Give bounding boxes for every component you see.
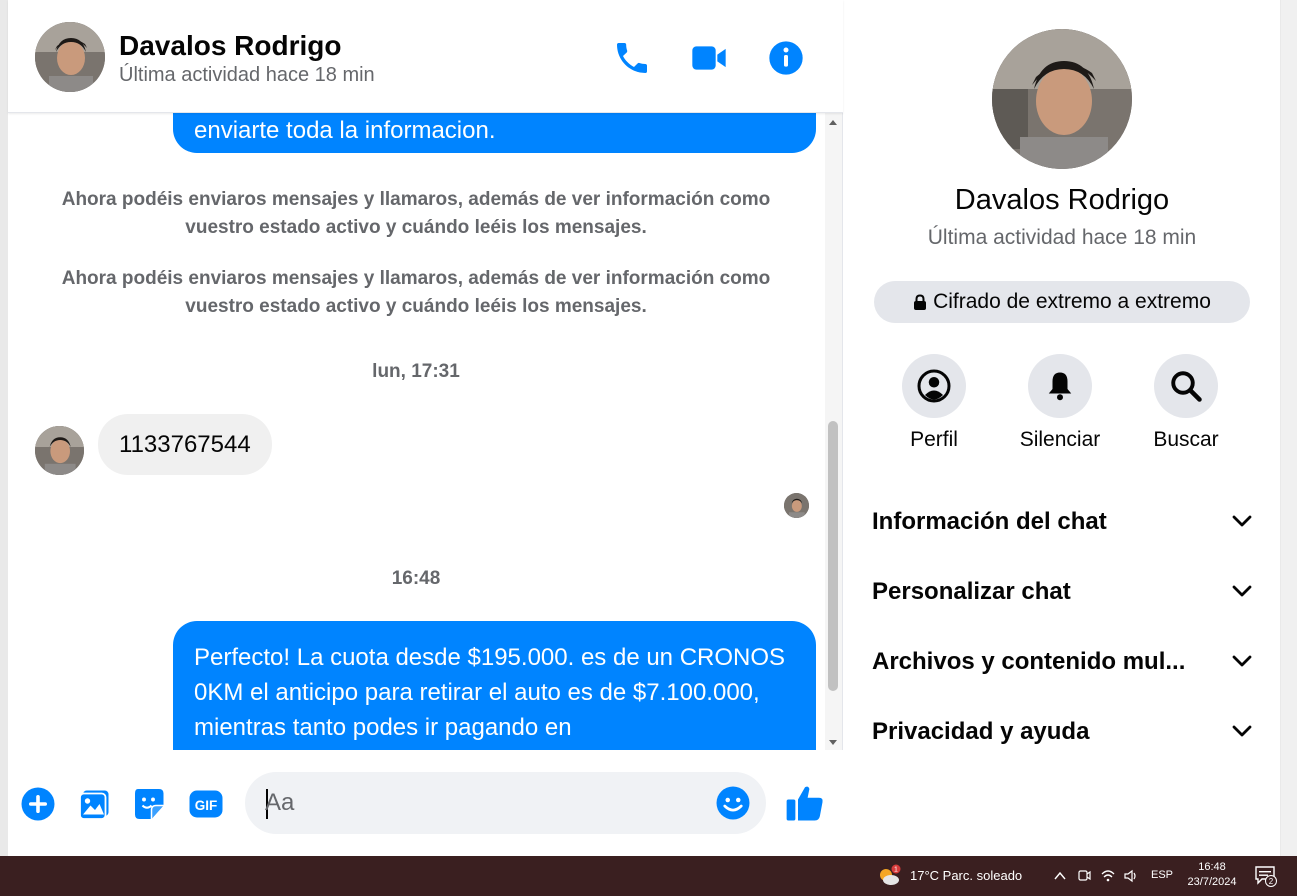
chat-header: Davalos Rodrigo Última actividad hace 18… bbox=[8, 0, 843, 113]
mute-label: Silenciar bbox=[1019, 428, 1101, 451]
search-button[interactable]: Buscar bbox=[1126, 354, 1246, 452]
chat-info-panel: Davalos Rodrigo Última actividad hace 18… bbox=[844, 0, 1280, 856]
section-chat-info[interactable]: Información del chat bbox=[872, 500, 1252, 544]
scroll-down-arrow[interactable] bbox=[829, 740, 837, 745]
volume-icon[interactable] bbox=[1123, 868, 1139, 884]
notification-count: 2 bbox=[1269, 877, 1274, 886]
profile-icon bbox=[917, 369, 951, 403]
sender-avatar[interactable] bbox=[35, 426, 84, 475]
plus-icon[interactable] bbox=[20, 786, 56, 822]
chevron-down-icon bbox=[1232, 725, 1252, 737]
system-notice: Ahora podéis enviaros mensajes y llamaro… bbox=[61, 268, 771, 317]
section-media-files[interactable]: Archivos y contenido mul... bbox=[872, 640, 1252, 684]
clock-time: 16:48 bbox=[1198, 861, 1226, 873]
wifi-icon[interactable] bbox=[1100, 868, 1116, 884]
incoming-message[interactable]: 1133767544 bbox=[98, 414, 272, 475]
outgoing-message[interactable]: Perfecto! La cuota desde $195.000. es de… bbox=[173, 621, 816, 750]
message-input[interactable] bbox=[265, 772, 705, 834]
profile-status: Última actividad hace 18 min bbox=[927, 226, 1197, 249]
system-notice: Ahora podéis enviaros mensajes y llamaro… bbox=[61, 189, 771, 238]
message-scrollbar[interactable] bbox=[825, 113, 842, 750]
messenger-window: Davalos Rodrigo Última actividad hace 18… bbox=[8, 0, 1280, 856]
gif-icon[interactable]: GIF bbox=[188, 786, 224, 822]
chevron-down-icon bbox=[1232, 585, 1252, 597]
outgoing-message[interactable]: enviarte toda la informacion. bbox=[173, 113, 816, 153]
taskbar: 1 17°C Parc. soleado ESP 16:48 23/7/2024… bbox=[0, 856, 1297, 896]
weather-icon[interactable]: 1 bbox=[876, 864, 902, 888]
profile-name: Davalos Rodrigo bbox=[954, 184, 1170, 216]
message-timestamp: 16:48 bbox=[391, 568, 441, 589]
weather-badge: 1 bbox=[894, 867, 898, 874]
message-list[interactable]: enviarte toda la informacion. Ahora podé… bbox=[8, 113, 828, 750]
scroll-up-arrow[interactable] bbox=[829, 120, 837, 125]
profile-avatar[interactable] bbox=[992, 29, 1132, 169]
search-label: Buscar bbox=[1153, 428, 1219, 451]
section-customize-chat[interactable]: Personalizar chat bbox=[872, 570, 1252, 614]
like-icon[interactable] bbox=[784, 782, 826, 824]
section-label: Personalizar chat bbox=[872, 578, 1071, 605]
clock[interactable]: 16:48 23/7/2024 bbox=[1180, 860, 1244, 890]
encryption-label: Cifrado de extremo a extremo bbox=[933, 290, 1211, 313]
seen-avatar bbox=[784, 493, 809, 518]
chevron-down-icon bbox=[1232, 515, 1252, 527]
photo-icon[interactable] bbox=[77, 786, 113, 822]
contact-name[interactable]: Davalos Rodrigo bbox=[119, 30, 341, 62]
emoji-icon[interactable] bbox=[715, 785, 751, 821]
section-label: Privacidad y ayuda bbox=[872, 718, 1090, 745]
bell-icon bbox=[1048, 372, 1072, 401]
profile-button[interactable]: Perfil bbox=[874, 354, 994, 452]
meet-icon[interactable] bbox=[1076, 868, 1092, 884]
gif-label: GIF bbox=[195, 798, 218, 813]
language-indicator[interactable]: ESP bbox=[1151, 869, 1173, 881]
weather-text[interactable]: 17°C Parc. soleado bbox=[910, 868, 1022, 883]
composer-bar: GIF bbox=[8, 750, 843, 856]
video-icon[interactable] bbox=[689, 38, 729, 78]
info-icon[interactable] bbox=[766, 38, 806, 78]
contact-status: Última actividad hace 18 min bbox=[119, 64, 375, 86]
mute-button[interactable]: Silenciar bbox=[1000, 354, 1120, 452]
message-timestamp: lun, 17:31 bbox=[372, 361, 460, 382]
search-icon bbox=[1171, 371, 1202, 402]
section-label: Información del chat bbox=[872, 508, 1107, 535]
lock-icon bbox=[914, 294, 927, 310]
section-privacy-help[interactable]: Privacidad y ayuda bbox=[872, 710, 1252, 754]
message-input-wrap[interactable] bbox=[245, 772, 766, 834]
page-scrollbar[interactable] bbox=[1281, 0, 1297, 856]
scroll-thumb[interactable] bbox=[828, 421, 838, 691]
notification-icon[interactable]: 2 bbox=[1254, 865, 1278, 887]
clock-date: 23/7/2024 bbox=[1187, 876, 1237, 888]
section-label: Archivos y contenido mul... bbox=[872, 648, 1186, 675]
encryption-badge[interactable]: Cifrado de extremo a extremo bbox=[874, 281, 1250, 323]
chevron-down-icon bbox=[1232, 655, 1252, 667]
sticker-icon[interactable] bbox=[132, 786, 168, 822]
contact-avatar[interactable] bbox=[35, 22, 105, 92]
phone-icon[interactable] bbox=[612, 38, 652, 78]
profile-label: Perfil bbox=[910, 428, 958, 451]
chevron-up-icon[interactable] bbox=[1052, 868, 1068, 884]
chat-panel: Davalos Rodrigo Última actividad hace 18… bbox=[8, 0, 843, 856]
